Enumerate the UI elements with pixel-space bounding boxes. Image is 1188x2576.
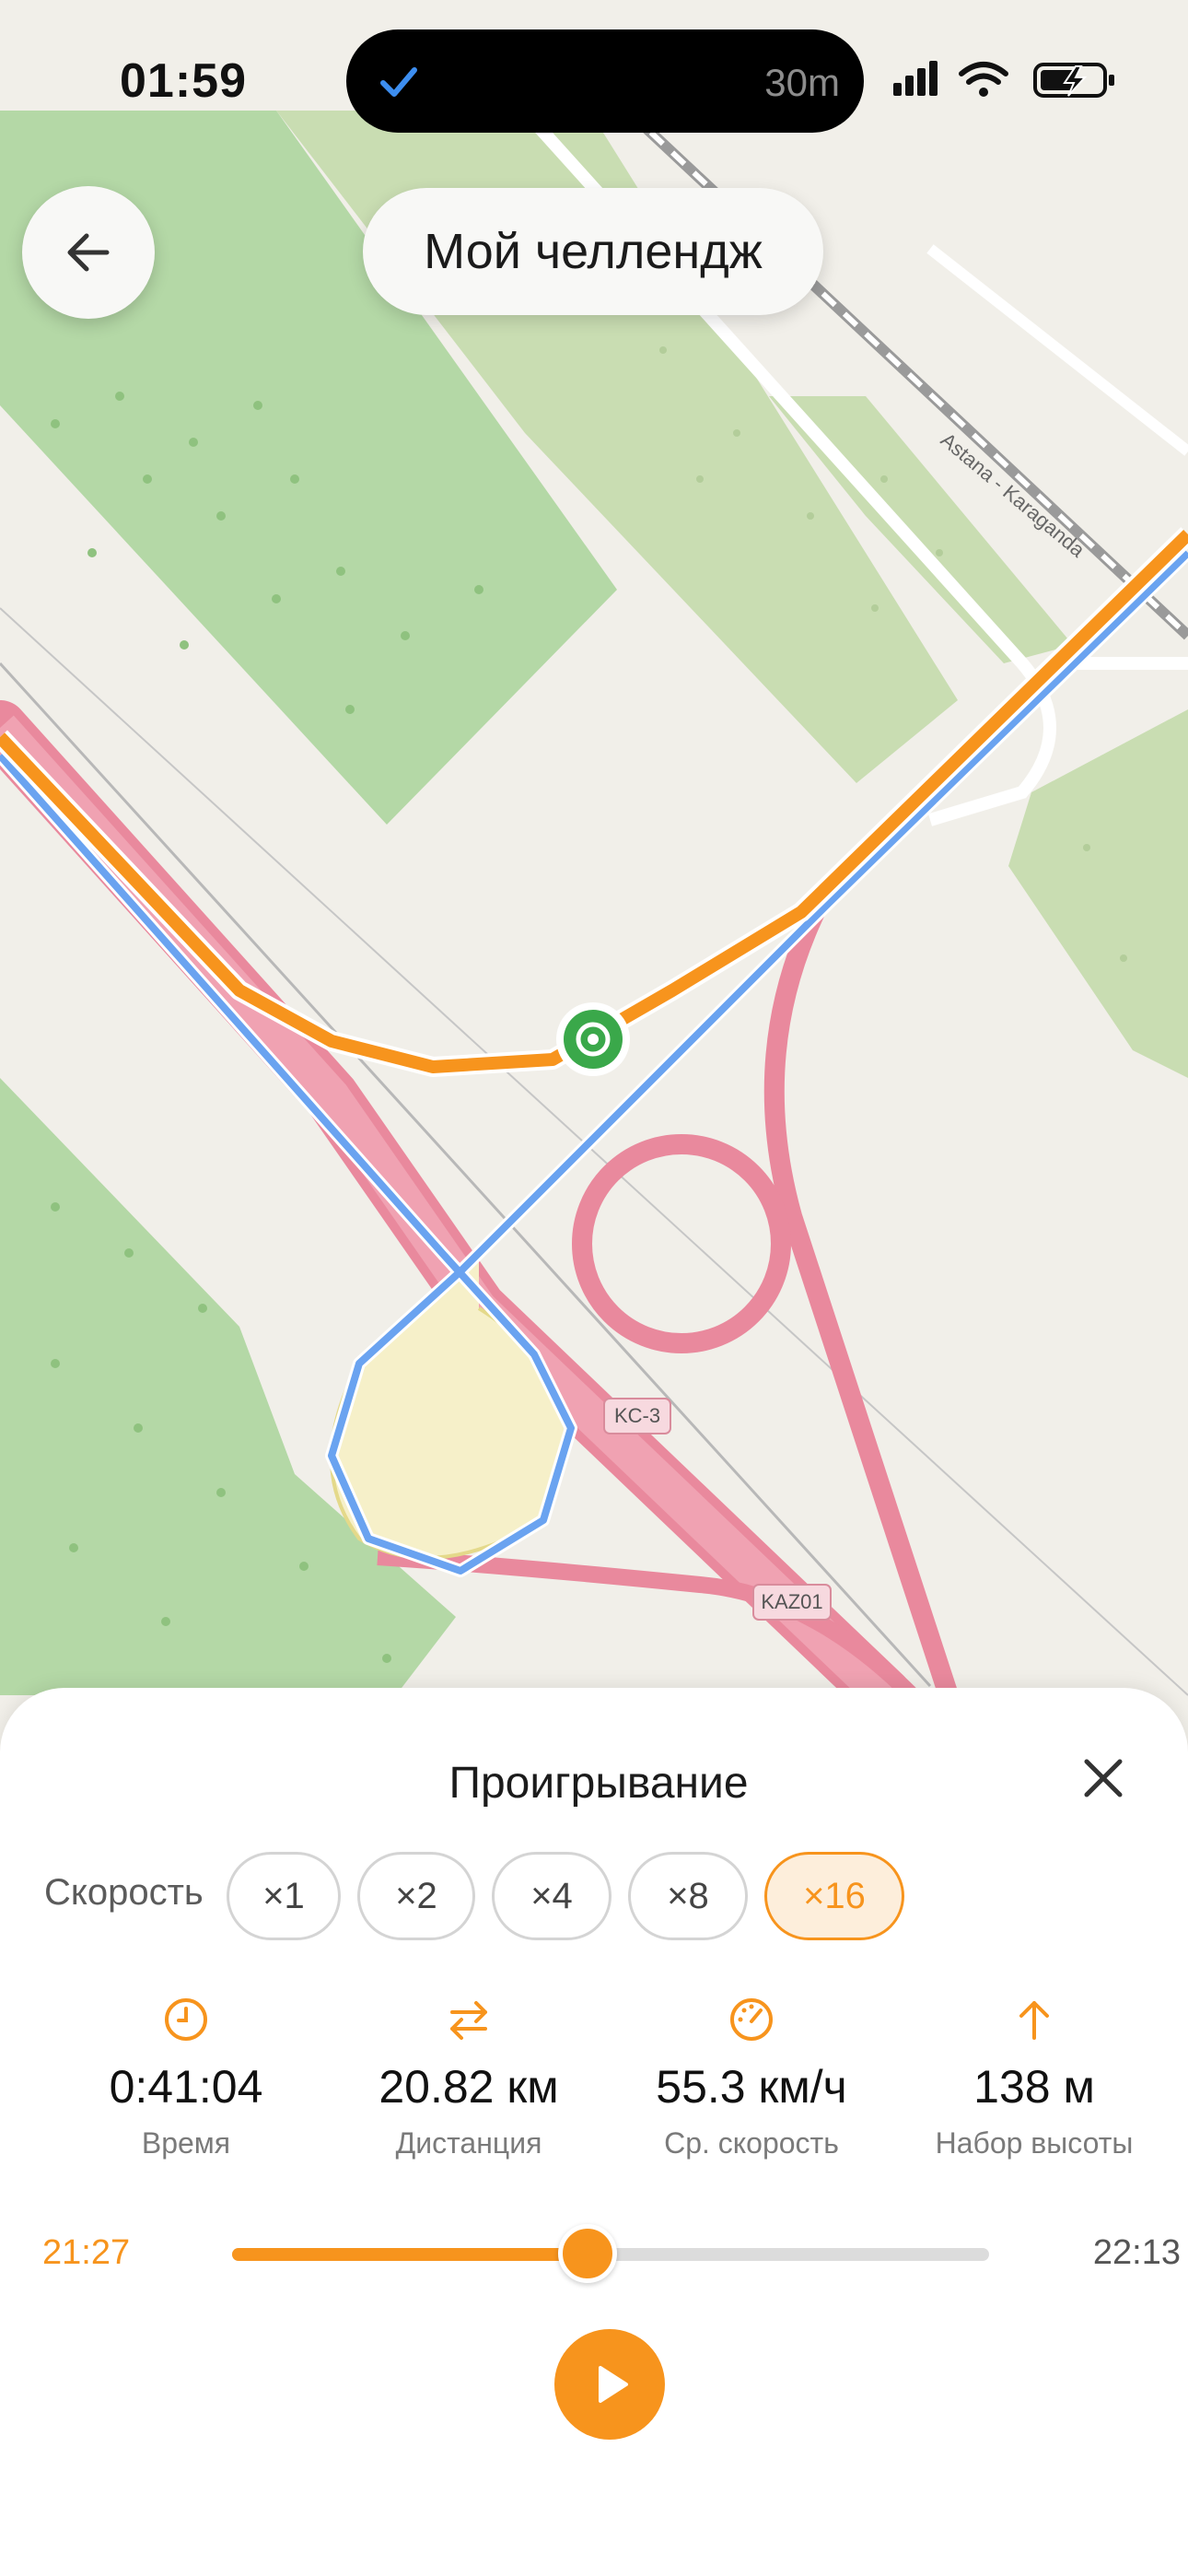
speed-option-1[interactable]: ×1 — [227, 1852, 341, 1940]
stat-label: Время — [141, 2126, 231, 2160]
status-bar: 01:59 30m — [0, 0, 1188, 138]
play-icon — [599, 2366, 628, 2403]
time-end: 22:13 — [1092, 2233, 1181, 2272]
slider-fill — [232, 2248, 588, 2261]
distance-arrows-icon — [450, 2001, 487, 2040]
speedometer-icon — [730, 1998, 773, 2041]
playback-sheet: Проигрывание Скорость ×1 ×2 ×4 ×8 ×16 0:… — [0, 1688, 1188, 2576]
speed-option-4[interactable]: ×4 — [492, 1852, 611, 1940]
close-icon — [1084, 1759, 1123, 1797]
arrow-up-icon — [1019, 2001, 1049, 2040]
battery-charging-icon — [1033, 63, 1114, 98]
stat-label: Набор высоты — [935, 2126, 1134, 2160]
stat-distance: 20.82 км Дистанция — [331, 1992, 607, 2160]
road-label-kaz01: KAZ01 — [752, 1584, 832, 1621]
svg-text:KAZ01: KAZ01 — [761, 1590, 822, 1613]
road-label-kc3: KC-3 — [603, 1398, 671, 1434]
stat-avg-speed: 55.3 км/ч Ср. скорость — [613, 1992, 890, 2160]
stat-value: 138 м — [973, 2061, 1095, 2113]
clock-icon — [165, 1998, 207, 2041]
stat-value: 0:41:04 — [109, 2061, 263, 2113]
checkmark-icon — [380, 67, 417, 97]
cellular-signal-icon — [893, 61, 938, 96]
close-button[interactable] — [1074, 1749, 1133, 1808]
sheet-title: Проигрывание — [448, 1759, 749, 1808]
stat-value: 55.3 км/ч — [656, 2061, 847, 2113]
stat-elevation-gain: 138 м Набор высоты — [896, 1992, 1172, 2160]
dynamic-island[interactable]: 30m — [346, 29, 864, 133]
speed-option-2[interactable]: ×2 — [357, 1852, 475, 1940]
stat-label: Ср. скорость — [664, 2126, 839, 2160]
stat-label: Дистанция — [395, 2126, 542, 2160]
status-time: 01:59 — [120, 54, 247, 108]
wifi-icon — [959, 62, 1008, 85]
svg-text:KC-3: KC-3 — [614, 1404, 660, 1427]
system-status-icons — [893, 61, 1114, 98]
slider-handle[interactable] — [558, 2224, 618, 2283]
page-title: Мой челлендж — [363, 188, 823, 315]
speed-option-8[interactable]: ×8 — [628, 1852, 748, 1940]
stat-time: 0:41:04 Время — [48, 1992, 324, 2160]
play-button[interactable] — [554, 2329, 665, 2440]
time-start: 21:27 — [42, 2233, 131, 2272]
back-button[interactable] — [22, 186, 155, 319]
speed-option-16[interactable]: ×16 — [764, 1852, 904, 1940]
island-duration: 30m — [764, 61, 840, 104]
speed-label: Скорость — [44, 1872, 204, 1913]
current-position-marker — [556, 1002, 630, 1076]
stat-value: 20.82 км — [379, 2061, 559, 2113]
arrow-left-icon — [67, 233, 110, 272]
